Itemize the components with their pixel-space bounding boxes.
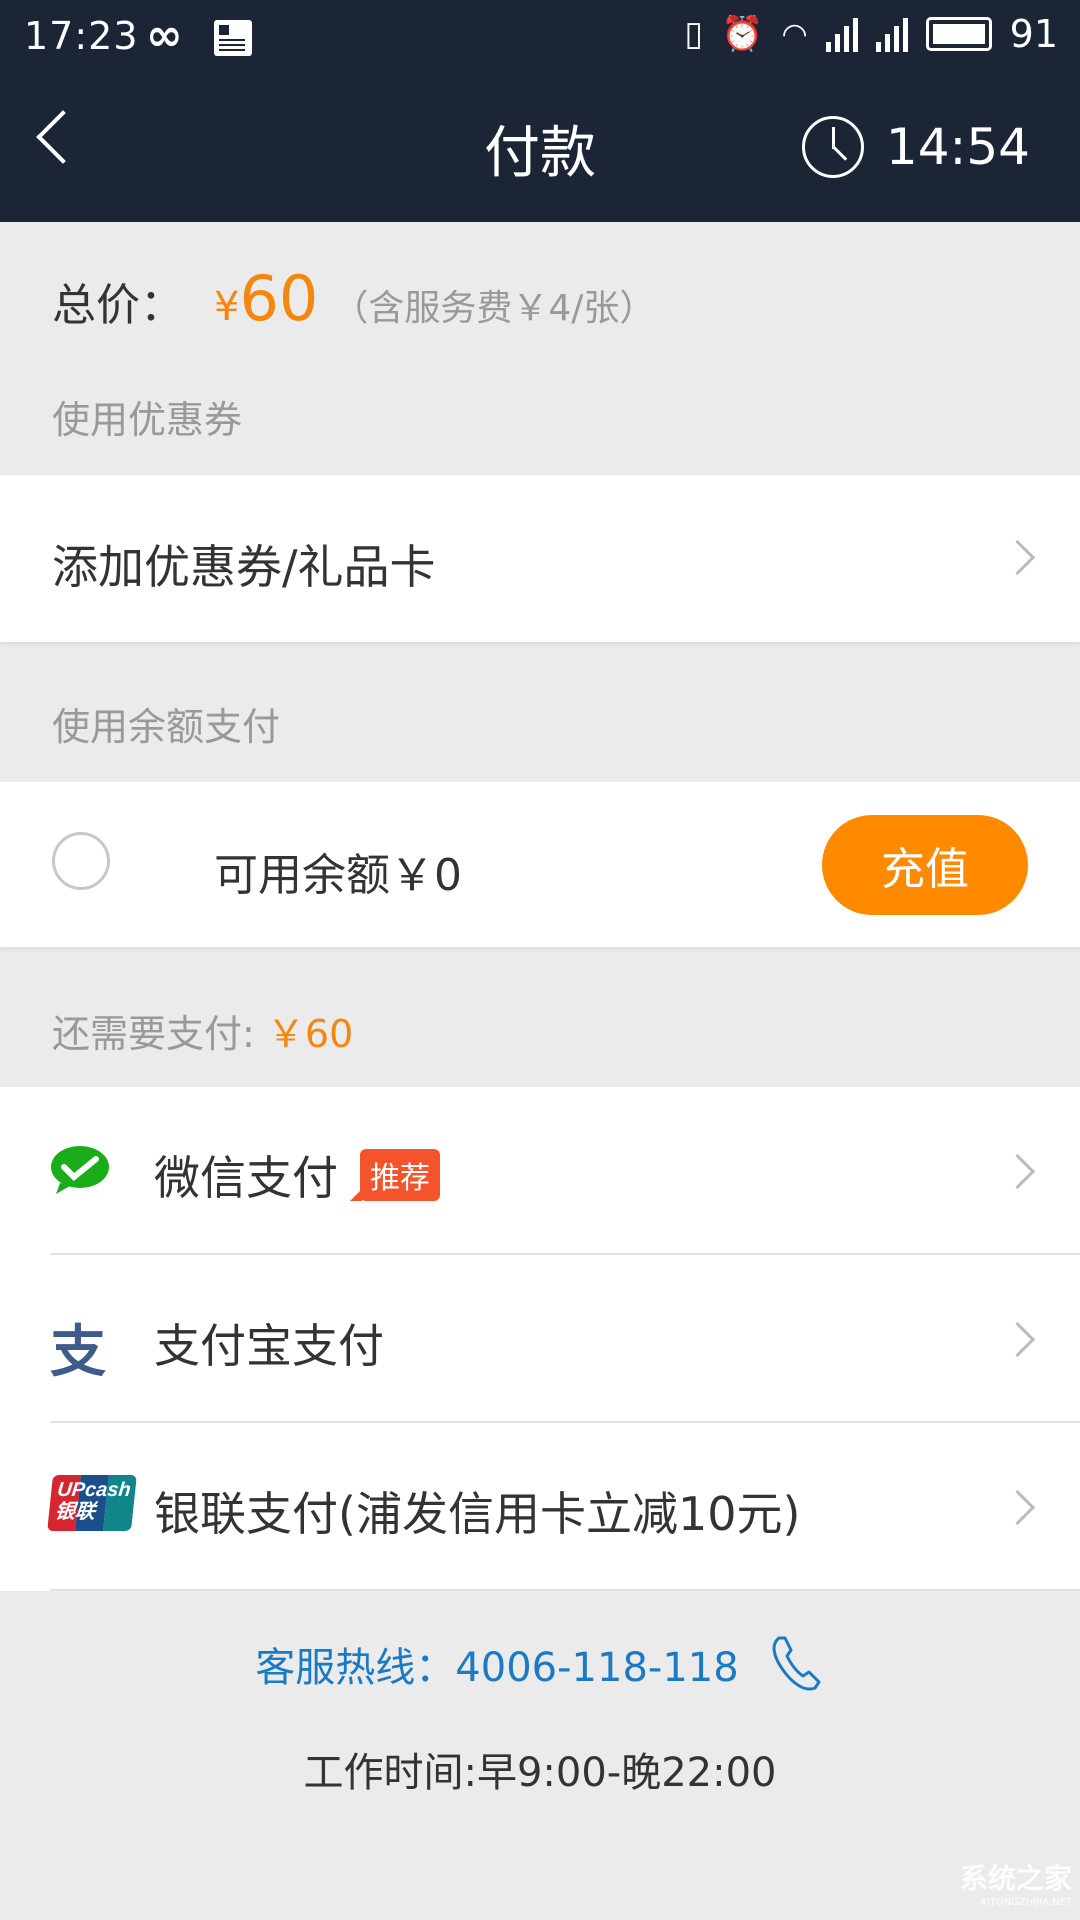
recharge-button[interactable]: 充值	[822, 815, 1028, 915]
balance-row: 可用余额￥0 充值	[0, 782, 1080, 947]
unionpay-icon: UPcash 银联	[47, 1475, 137, 1531]
watermark-sub: XITONGZHIJIA.NET	[980, 1897, 1072, 1908]
watermark: 系统之家 XITONGZHIJIA.NET	[960, 1857, 1072, 1908]
status-time: 17:23	[24, 14, 139, 58]
signal-icon	[875, 16, 908, 52]
total-amount: 60	[239, 262, 319, 335]
service-fee-note: （含服务费￥4/张）	[332, 288, 656, 329]
watermark-text: 系统之家	[959, 1862, 1072, 1895]
total-price: 总价： ¥ 60 （含服务费￥4/张）	[52, 262, 655, 335]
chevron-right-icon	[999, 539, 1036, 576]
chevron-right-icon	[999, 1153, 1036, 1190]
hotline-text[interactable]: 客服热线：4006-118-118	[255, 1635, 738, 1693]
remaining-label: 还需要支付:	[52, 1012, 267, 1056]
use-balance-radio[interactable]	[52, 832, 110, 890]
coupon-section-label: 使用优惠券	[52, 398, 243, 442]
add-coupon-label: 添加优惠券/礼品卡	[52, 540, 436, 594]
customer-hotline[interactable]: 客服热线：4006-118-118	[0, 1634, 1080, 1694]
payment-method-wechat[interactable]: 微信支付 推荐	[0, 1087, 1080, 1255]
wifi-icon: ◠	[781, 16, 808, 52]
unionpay-icon-text: UPcash 银联	[53, 1479, 132, 1523]
status-bar: 17:23 ∞ ▯ ⏰ ◠ 91	[0, 0, 1080, 75]
alarm-icon: ⏰	[721, 14, 764, 54]
chevron-right-icon	[999, 1321, 1036, 1358]
clock-icon	[801, 116, 864, 178]
payment-method-name: 微信支付	[154, 1151, 338, 1205]
signal-4g-icon	[825, 16, 858, 52]
countdown-timer: 14:54	[801, 116, 1030, 178]
divider	[50, 1589, 1080, 1591]
recommended-badge: 推荐	[350, 1149, 440, 1201]
payment-method-unionpay[interactable]: UPcash 银联 银联支付(浦发信用卡立减10元)	[0, 1423, 1080, 1591]
available-balance: 可用余额￥0	[214, 850, 462, 901]
balance-section-label: 使用余额支付	[52, 705, 281, 749]
working-hours: 工作时间:早9:00-晚22:00	[303, 1750, 777, 1796]
news-icon	[214, 20, 252, 56]
vibrate-icon: ▯	[684, 14, 704, 54]
chevron-right-icon	[999, 1489, 1036, 1526]
battery-icon	[925, 17, 992, 51]
status-icons: ▯ ⏰ ◠ 91	[684, 12, 1058, 56]
total-label: 总价：	[52, 280, 184, 331]
alipay-icon: 支	[50, 1320, 106, 1385]
wechat-pay-icon	[51, 1146, 109, 1194]
header: 17:23 ∞ ▯ ⏰ ◠ 91 付款 14:54	[0, 0, 1080, 222]
countdown-value: 14:54	[885, 118, 1030, 176]
infinity-icon: ∞	[146, 10, 183, 61]
remaining-payment: 还需要支付: ￥60	[52, 1003, 353, 1058]
payment-method-name: 银联支付(浦发信用卡立减10元)	[154, 1487, 801, 1541]
battery-level: 91	[1009, 12, 1058, 56]
add-coupon-row[interactable]: 添加优惠券/礼品卡	[0, 475, 1080, 642]
remaining-amount: ￥60	[266, 1012, 354, 1056]
payment-method-name: 支付宝支付	[154, 1319, 384, 1373]
phone-icon[interactable]	[769, 1634, 825, 1694]
payment-method-alipay[interactable]: 支 支付宝支付	[0, 1255, 1080, 1423]
currency-symbol: ¥	[214, 284, 240, 330]
